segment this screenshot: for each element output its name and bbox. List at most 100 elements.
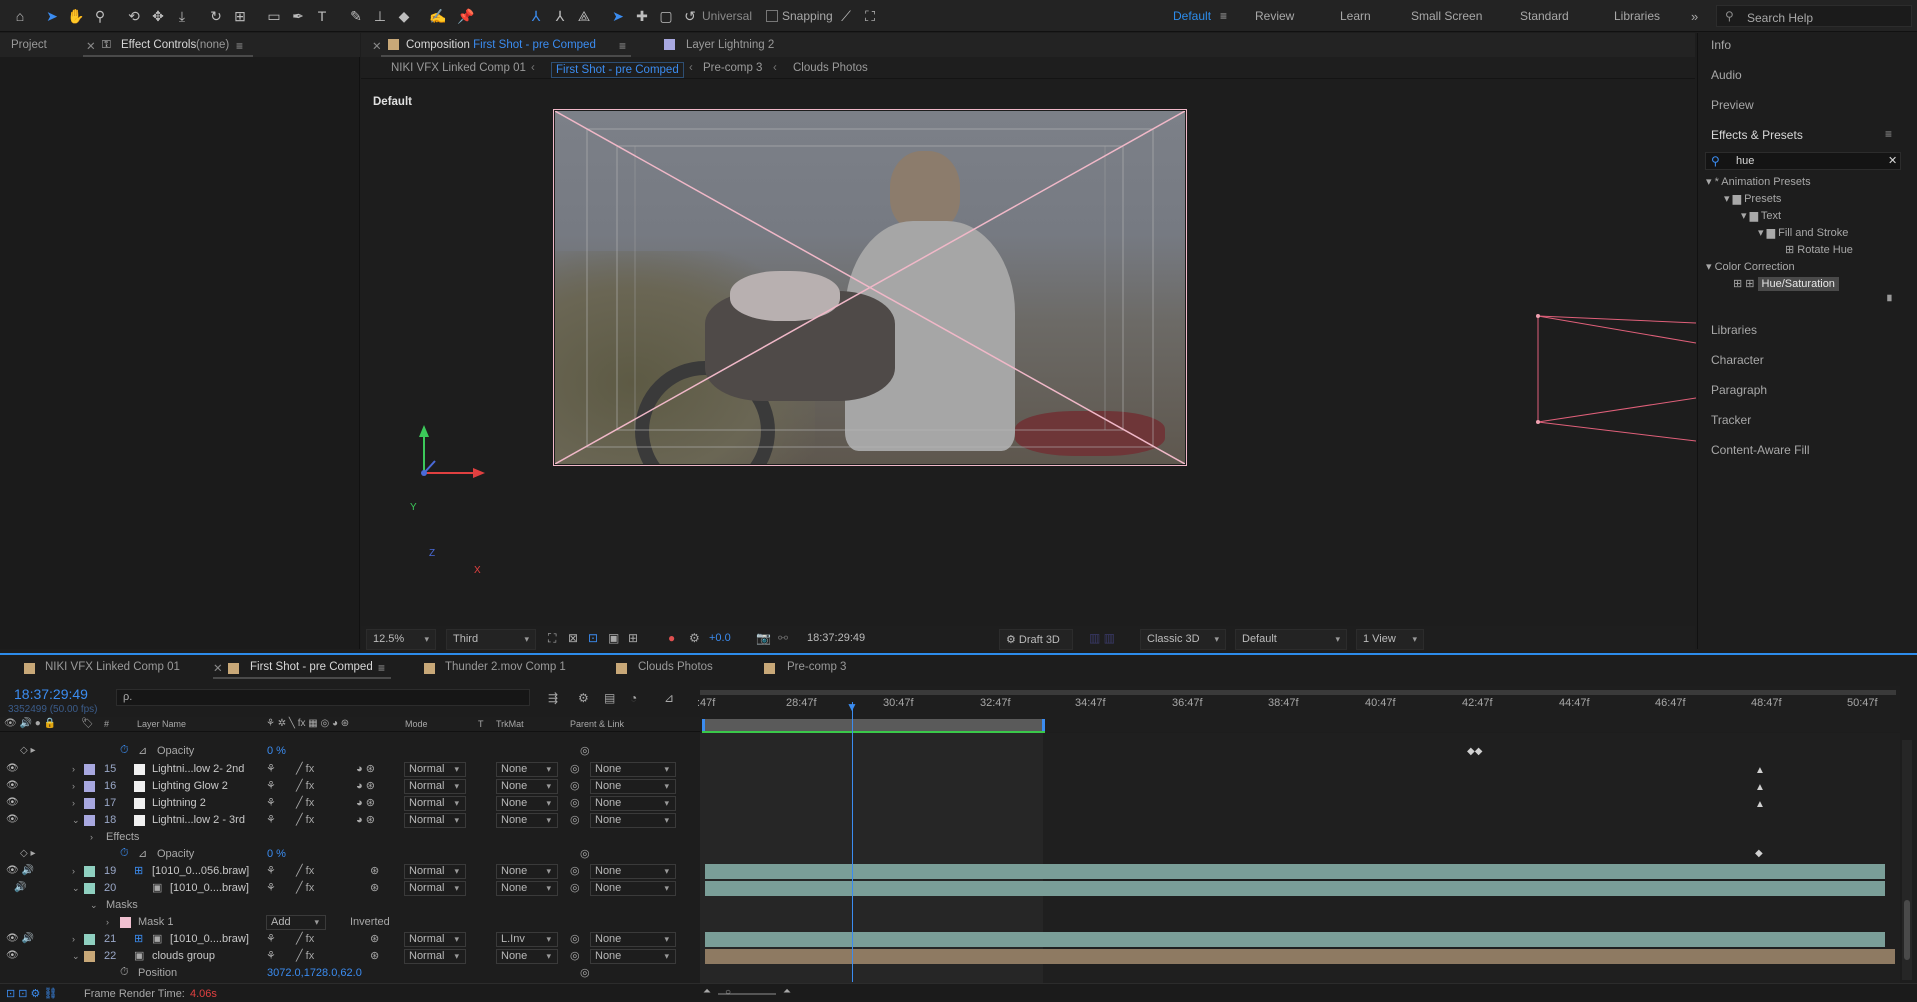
puppet-pin-icon[interactable]: 📌 xyxy=(456,6,476,26)
snap-icon[interactable]: ⟋ xyxy=(836,6,856,26)
shy-switch-icon[interactable]: ⚘ xyxy=(266,932,276,945)
collapse-icon[interactable]: ⌄ xyxy=(72,815,80,826)
trkmat-select[interactable]: L.Inv ▾ xyxy=(496,932,558,947)
shy-switch-icon[interactable]: ⚘ xyxy=(266,949,276,962)
expand-icon[interactable]: › xyxy=(72,781,75,791)
mode-select[interactable]: Normal ▾ xyxy=(404,762,466,777)
orbit-camera-icon[interactable]: ⟲ xyxy=(124,6,144,26)
3d-layer-icon[interactable]: ⊛ xyxy=(370,932,379,945)
close-icon[interactable]: ✕ xyxy=(213,661,223,675)
workspace-libraries[interactable]: Libraries xyxy=(1614,9,1660,23)
visibility-icon[interactable]: 👁 xyxy=(6,797,19,808)
3d-layer-icon[interactable]: ⊛ xyxy=(370,864,379,877)
timeline-search-input[interactable]: ρ. xyxy=(116,689,530,706)
expand-icon[interactable]: › xyxy=(72,798,75,808)
more-workspaces-icon[interactable]: » xyxy=(1691,9,1698,24)
workspace-review[interactable]: Review xyxy=(1255,9,1294,23)
tab-layer[interactable]: Layer Lightning 2 xyxy=(686,39,774,51)
graph-editor-icon[interactable]: ⊿ xyxy=(664,691,674,705)
views-select[interactable]: 1 View ▾ xyxy=(1356,629,1424,650)
motion-blur-icon[interactable]: ◕ ⊛ xyxy=(356,813,375,826)
keyframe-icon[interactable]: ◆◆ xyxy=(1467,746,1482,757)
stopwatch-icon[interactable]: ⏱ xyxy=(120,744,129,757)
layer-marker-icon[interactable]: ▲ xyxy=(1755,782,1765,793)
grid-icon[interactable]: ⊞ xyxy=(628,631,638,645)
zoom-select[interactable]: 12.5% ▾ xyxy=(366,629,436,650)
parent-select[interactable]: None ▾ xyxy=(590,762,676,777)
motion-blur-icon[interactable]: ◕ ⊛ xyxy=(356,779,375,792)
mode-select[interactable]: Normal ▾ xyxy=(404,779,466,794)
search-help-field[interactable]: ⚲ Search Help xyxy=(1716,5,1912,27)
tree-item-presets[interactable]: ▾ ▆ Presets xyxy=(1724,192,1781,205)
tree-item-hue-saturation[interactable]: ⊞ ⊞ Hue/Saturation xyxy=(1733,277,1839,291)
timeline-tab[interactable]: Pre-comp 3 xyxy=(787,661,846,673)
local-axis-icon[interactable]: ⅄ xyxy=(526,6,546,26)
3d-layer-icon[interactable]: ⊛ xyxy=(370,949,379,962)
tab-composition[interactable]: Composition First Shot - pre Comped xyxy=(406,39,596,51)
show-snapshot-icon[interactable]: ⚯ xyxy=(778,631,788,645)
quality-switch-icon[interactable]: ╱ fx xyxy=(296,813,314,826)
shy-switch-icon[interactable]: ⚘ xyxy=(266,813,276,826)
camera-select[interactable]: Default ▾ xyxy=(1235,629,1347,650)
property-row-opacity[interactable]: ◇ ▸ ⏱ ⊿ Opacity 0 % ◎ xyxy=(0,846,700,863)
panel-character[interactable]: Character xyxy=(1711,353,1764,367)
keyframe-icon[interactable]: ◆ xyxy=(1755,848,1763,859)
panel-menu-icon[interactable]: ≡ xyxy=(1885,127,1892,141)
tree-item-rotate-hue[interactable]: ⊞ Rotate Hue xyxy=(1785,243,1853,256)
tree-item-color-correction[interactable]: ▾ Color Correction xyxy=(1706,260,1795,273)
panel-preview[interactable]: Preview xyxy=(1711,98,1754,112)
parent-pickwhip-icon[interactable]: ◎ xyxy=(570,796,580,809)
mode-select[interactable]: Normal ▾ xyxy=(404,932,466,947)
shy-switch-icon[interactable]: ⚘ xyxy=(266,762,276,775)
mask-visibility-icon[interactable]: ⊡ xyxy=(588,631,598,645)
timeline-tab[interactable]: Clouds Photos xyxy=(638,661,713,673)
expand-icon[interactable]: › xyxy=(106,917,109,927)
effect-controls-lock-icon[interactable]: ⚿ xyxy=(102,39,111,52)
layer-color-label[interactable] xyxy=(84,951,95,962)
trkmat-select[interactable]: None ▾ xyxy=(496,813,558,828)
hand-icon[interactable]: ✋ xyxy=(66,6,86,26)
breadcrumb-item[interactable]: Clouds Photos xyxy=(793,62,868,74)
mode-select[interactable]: Normal ▾ xyxy=(404,881,466,896)
timeline-scrollbar[interactable] xyxy=(1902,740,1912,980)
timecode-readout[interactable]: 18:37:29:49 xyxy=(801,629,881,650)
group-row-effects[interactable]: › Effects xyxy=(0,829,700,846)
graph-icon[interactable]: ⊿ xyxy=(138,744,147,757)
eraser-icon[interactable]: ◆ xyxy=(394,6,414,26)
table-row[interactable]: 👁 ⌄ 18 Lightni...low 2 - 3rd ⚘ ╱ fx ◕ ⊛ … xyxy=(0,812,700,829)
quality-switch-icon[interactable]: ╱ fx xyxy=(296,762,314,775)
layer-color-label[interactable] xyxy=(84,934,95,945)
close-icon[interactable]: ✕ xyxy=(86,39,96,53)
3d-layer-icon[interactable]: ⊛ xyxy=(370,881,379,894)
roto-brush-icon[interactable]: ✍ xyxy=(428,6,448,26)
table-row[interactable]: 👁 › 15 Lightni...low 2- 2nd ⚘ ╱ fx ◕ ⊛ N… xyxy=(0,761,700,778)
brush-icon[interactable]: ✎ xyxy=(346,6,366,26)
draft-3d-toggle[interactable]: ⚙ Draft 3D xyxy=(999,629,1073,650)
world-axis-icon[interactable]: ⅄ xyxy=(550,6,570,26)
trkmat-select[interactable]: None ▾ xyxy=(496,796,558,811)
zoom-in-icon[interactable]: ⏶ xyxy=(783,986,791,997)
timeline-tab[interactable]: Thunder 2.mov Comp 1 xyxy=(445,661,566,673)
extended-viewer-icon[interactable]: ▥ ▥ xyxy=(1089,631,1115,645)
layer-color-label[interactable] xyxy=(84,798,95,809)
parent-select[interactable]: None ▾ xyxy=(590,949,676,964)
layer-color-label[interactable] xyxy=(84,764,95,775)
footer-switch-icons[interactable]: ⊡ ⊡ ⚙ ⛓ xyxy=(6,987,57,1000)
clone-stamp-icon[interactable]: ⊥ xyxy=(370,6,390,26)
layer-bar[interactable] xyxy=(705,864,1885,879)
table-row[interactable]: 👁 ⌄ 22 ▣ clouds group ⚘ ╱ fx ⊛ Normal ▾ N… xyxy=(0,948,700,965)
visibility-audio-icon[interactable]: 👁 🔊 xyxy=(6,933,34,944)
tree-item-fill-stroke[interactable]: ▾ ▆ Fill and Stroke xyxy=(1758,226,1848,239)
layer-name[interactable]: clouds group xyxy=(152,950,215,962)
rotate-mode-icon[interactable]: ↺ xyxy=(680,6,700,26)
axis-gizmo[interactable] xyxy=(401,413,501,493)
quality-switch-icon[interactable]: ╱ fx xyxy=(296,864,314,877)
layer-name[interactable]: Lightni...low 2 - 3rd xyxy=(152,814,245,826)
expression-pickwhip-icon[interactable]: ◎ xyxy=(580,966,590,979)
graph-icon[interactable]: ⊿ xyxy=(138,847,147,860)
panel-audio[interactable]: Audio xyxy=(1711,68,1742,82)
keyframe-nav-icon[interactable]: ◇ ▸ xyxy=(20,745,36,756)
trkmat-select[interactable]: None ▾ xyxy=(496,881,558,896)
timeline-tab-active[interactable]: First Shot - pre Comped xyxy=(250,661,373,673)
layer-color-label[interactable] xyxy=(84,815,95,826)
